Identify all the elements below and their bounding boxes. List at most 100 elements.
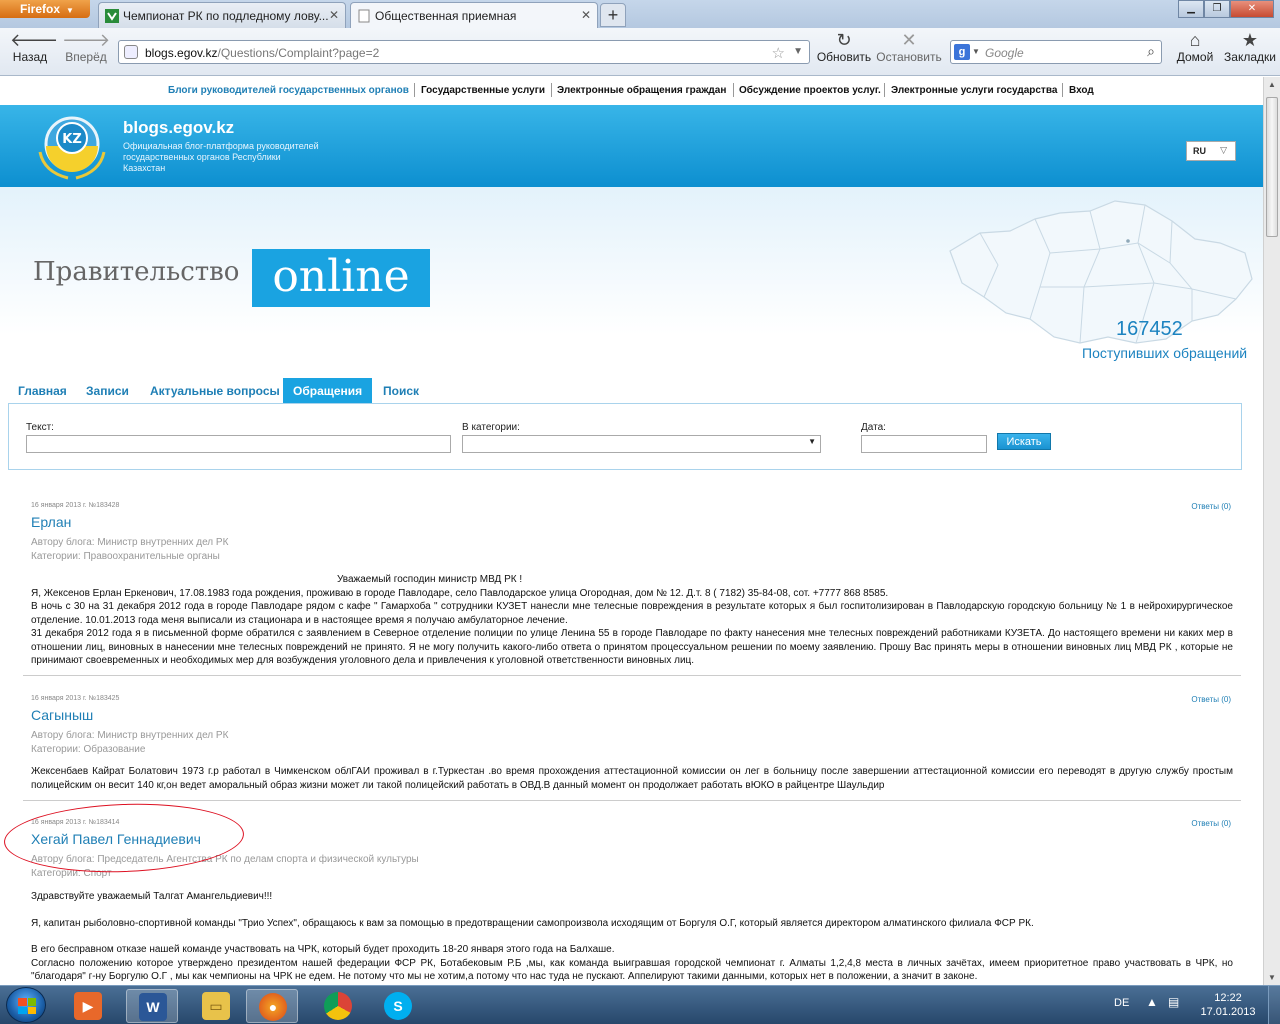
taskbar-firefox[interactable]: ● <box>246 989 298 1023</box>
post-divider <box>23 800 1241 801</box>
text-filter-input[interactable] <box>26 435 451 453</box>
google-engine-icon[interactable]: g <box>954 44 970 60</box>
post-author-link[interactable]: Сагыныш <box>31 707 93 723</box>
post-date-number: 16 января 2013 г. №183425 <box>31 695 120 702</box>
government-heading: Правительство <box>33 257 240 287</box>
topnav-login-link[interactable]: Вход <box>1069 85 1094 96</box>
category-select[interactable]: ▼ <box>462 435 821 453</box>
tab-home[interactable]: Главная <box>8 378 77 404</box>
chrome-icon <box>324 992 352 1020</box>
post-paragraph: Я, капитан рыболовно-спортивной команды … <box>31 917 1034 929</box>
address-bar[interactable]: blogs.egov.kz/Questions/Complaint?page=2… <box>118 40 810 64</box>
scrollbar-thumb[interactable] <box>1266 97 1278 237</box>
topnav-e-appeals-link[interactable]: Электронные обращения граждан <box>557 85 726 96</box>
firefox-menu-button[interactable]: Firefox ▼ <box>0 0 90 18</box>
scroll-down-icon[interactable]: ▼ <box>1264 973 1280 982</box>
close-tab-icon[interactable]: ✕ <box>581 8 591 22</box>
site-header: KZ blogs.egov.kz Официальная блог-платфо… <box>0 105 1263 187</box>
network-icon[interactable]: ▤ <box>1168 995 1179 1009</box>
taskbar-word[interactable]: W <box>126 989 178 1023</box>
media-player-icon: ▶ <box>74 992 102 1020</box>
system-clock[interactable]: 12:22 17.01.2013 <box>1196 991 1260 1019</box>
post-blog-owner: Автору блога: Министр внутренних дел РК <box>31 730 229 741</box>
tab-championship[interactable]: Чемпионат РК по подледному лову... ✕ <box>98 2 346 28</box>
windows-taskbar: ▶ W ▭ ● S DE ▲ ▤ 12:22 17.01.2013 <box>0 985 1280 1024</box>
tab-appeals[interactable]: Обращения <box>283 378 373 404</box>
firefox-icon: ● <box>259 993 287 1021</box>
date-filter-input[interactable] <box>861 435 987 453</box>
tray-arrow-icon[interactable]: ▲ <box>1146 995 1158 1009</box>
history-dropdown-icon[interactable]: ▼ <box>793 46 803 57</box>
post-author-link[interactable]: Ерлан <box>31 514 71 530</box>
taskbar-media-player[interactable]: ▶ <box>62 989 114 1023</box>
divider <box>1062 83 1063 97</box>
post-body: Жексенбаев Кайрат Болатович 1973 г.р раб… <box>31 765 1233 792</box>
category-filter-label: В категории: <box>462 422 520 433</box>
post-paragraph: В его бесправном отказе нашей команде уч… <box>31 944 615 955</box>
maximize-icon[interactable]: ❐ <box>1204 0 1230 18</box>
search-icon[interactable]: ⌕ <box>1147 43 1155 60</box>
tab-actual-questions[interactable]: Актуальные вопросы <box>140 378 290 404</box>
chevron-down-icon: ▼ <box>66 6 74 15</box>
reload-icon: ↻ <box>836 30 852 50</box>
search-input[interactable]: Google <box>985 46 1024 60</box>
tab-posts[interactable]: Записи <box>76 378 139 404</box>
url-text: blogs.egov.kz/Questions/Complaint?page=2 <box>145 46 380 60</box>
home-button[interactable]: ⌂ Домой <box>1172 30 1218 64</box>
topnav-e-services-link[interactable]: Электронные услуги государства <box>891 85 1057 96</box>
minimize-icon[interactable]: ▁ <box>1178 0 1204 18</box>
post-paragraph: Согласно положению которое утверждено пр… <box>31 957 1233 983</box>
topnav-service-drafts-link[interactable]: Обсуждение проектов услуг. <box>739 85 881 96</box>
tab-public-reception[interactable]: Общественная приемная ✕ <box>350 2 598 28</box>
stop-button[interactable]: ✕ Остановить <box>876 30 942 64</box>
kazakhstan-map-icon <box>949 200 1253 344</box>
post-body: Уважаемый господин министр МВД РК ! Я, Ж… <box>31 573 1233 668</box>
post-replies-link[interactable]: Ответы (0) <box>1191 695 1231 704</box>
language-select[interactable]: RU ▽ <box>1186 141 1236 161</box>
bookmark-star-icon[interactable]: ☆ <box>772 44 785 62</box>
close-tab-icon[interactable]: ✕ <box>329 8 339 22</box>
scroll-up-icon[interactable]: ▲ <box>1264 80 1280 89</box>
home-icon: ⌂ <box>1189 30 1201 50</box>
site-title[interactable]: blogs.egov.kz <box>123 118 234 138</box>
post-replies-link[interactable]: Ответы (0) <box>1191 502 1231 511</box>
post-paragraph: Жексенбаев Кайрат Болатович 1973 г.р раб… <box>31 766 1233 791</box>
site-identity-icon[interactable] <box>124 45 138 59</box>
chevron-down-icon: ▼ <box>808 437 816 446</box>
post-paragraph: В ночь с 30 на 31 декабря 2012 года в го… <box>31 601 1233 626</box>
government-online-banner: Правительство online 167452 Поступивших … <box>0 187 1263 372</box>
reload-button[interactable]: ↻ Обновить <box>814 30 874 64</box>
post-replies-link[interactable]: Ответы (0) <box>1191 819 1231 828</box>
tab-search[interactable]: Поиск <box>373 378 429 404</box>
chevron-down-icon: ▽ <box>1220 145 1227 155</box>
appeals-filter-panel: Текст: В категории: ▼ Дата: Искать <box>8 403 1242 470</box>
skype-icon: S <box>384 992 412 1020</box>
post-blog-owner: Автору блога: Министр внутренних дел РК <box>31 537 229 548</box>
topnav-blogs-link[interactable]: Блоги руководителей государственных орга… <box>168 85 409 96</box>
close-window-icon[interactable]: ✕ <box>1230 0 1274 18</box>
appeals-count: 167452 <box>1116 318 1183 340</box>
engine-dropdown-icon[interactable]: ▼ <box>972 47 980 56</box>
search-bar[interactable]: g ▼ Google ⌕ <box>950 40 1162 64</box>
bookmarks-button[interactable]: ★ Закладки <box>1222 30 1278 64</box>
bookmarks-star-icon: ★ <box>1241 30 1259 50</box>
kz-emblem-logo[interactable]: KZ <box>34 112 110 180</box>
topnav-gov-services-link[interactable]: Государственные услуги <box>421 85 545 96</box>
windows-logo-icon <box>18 998 36 1014</box>
search-button[interactable]: Искать <box>997 433 1051 450</box>
taskbar-explorer[interactable]: ▭ <box>190 989 242 1023</box>
forward-button[interactable]: 🡒 Вперёд <box>62 30 110 64</box>
back-button[interactable]: 🡐 Назад <box>10 30 58 64</box>
appeal-post: 16 января 2013 г. №183425 Ответы (0) Саг… <box>23 695 1241 795</box>
web-page: Блоги руководителей государственных орга… <box>0 77 1263 985</box>
start-button[interactable] <box>6 987 46 1023</box>
taskbar-skype[interactable]: S <box>372 989 424 1023</box>
forward-arrow-icon: 🡒 <box>62 30 111 50</box>
page-scrollbar[interactable]: ▲ ▼ <box>1263 77 1280 985</box>
divider <box>884 83 885 97</box>
post-paragraph: Я, Жексенов Ерлан Еркенович, 17.08.1983 … <box>31 587 889 599</box>
show-desktop-button[interactable] <box>1268 986 1280 1024</box>
new-tab-button[interactable]: + <box>600 3 626 27</box>
taskbar-chrome[interactable] <box>312 989 364 1023</box>
input-language-indicator[interactable]: DE <box>1114 997 1129 1009</box>
